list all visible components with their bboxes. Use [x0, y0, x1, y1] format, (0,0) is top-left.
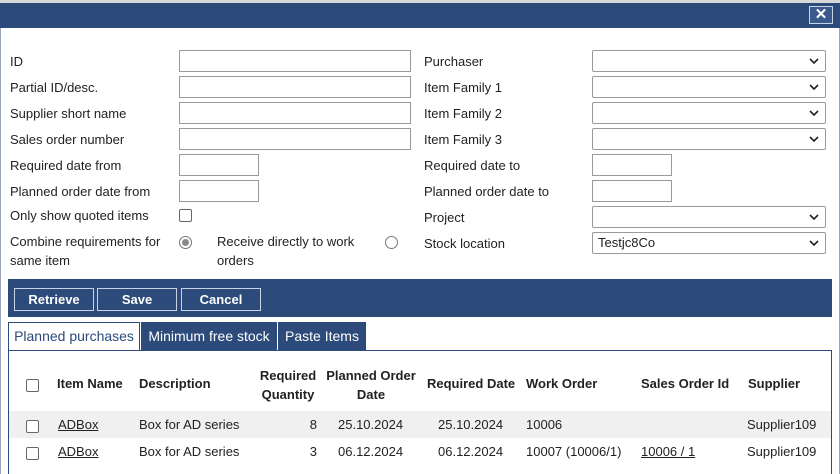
header-work-order: Work Order: [526, 376, 598, 391]
planned-order-date-from-label: Planned order date from: [10, 184, 151, 199]
purchaser-label: Purchaser: [424, 54, 484, 69]
supplier-short-name-label: Supplier short name: [10, 106, 127, 121]
close-button[interactable]: ✕: [809, 6, 833, 24]
supplier-cell: Supplier109: [747, 444, 817, 459]
purchaser-select[interactable]: [592, 50, 826, 72]
required-date-cell: 06.12.2024: [438, 444, 504, 459]
planned-order-date-to-input[interactable]: [592, 180, 672, 202]
chevron-down-icon: [809, 214, 819, 221]
item-family-3-label: Item Family 3: [424, 132, 503, 147]
sales-order-number-label: Sales order number: [10, 132, 125, 147]
header-required-date: Required Date: [427, 376, 516, 391]
required-date-cell: 25.10.2024: [438, 417, 504, 432]
save-button[interactable]: Save: [97, 288, 177, 311]
description-cell: Box for AD series: [139, 417, 240, 432]
header-description: Description: [139, 376, 211, 391]
project-select[interactable]: [592, 206, 826, 228]
only-show-quoted-label: Only show quoted items: [10, 208, 149, 223]
planned-order-date-cell: 06.12.2024: [338, 444, 404, 459]
description-cell: Box for AD series: [139, 444, 240, 459]
item-family-3-select[interactable]: [592, 128, 826, 150]
stock-location-select[interactable]: Testjc8Co: [592, 232, 826, 254]
item-family-2-select[interactable]: [592, 102, 826, 124]
action-toolbar: Retrieve Save Cancel: [8, 279, 832, 317]
id-input[interactable]: [179, 50, 411, 72]
tab-paste-items[interactable]: Paste Items: [278, 322, 366, 351]
planned-order-date-from-input[interactable]: [179, 180, 259, 202]
receive-directly-label-line2: orders: [217, 253, 254, 268]
planned-order-date-to-label: Planned order date to: [424, 184, 550, 199]
item-family-1-select[interactable]: [592, 76, 826, 98]
item-family-2-label: Item Family 2: [424, 106, 503, 121]
table-row[interactable]: ADBox Box for AD series 3 06.12.2024 06.…: [9, 438, 831, 465]
item-family-1-label: Item Family 1: [424, 80, 503, 95]
table-row[interactable]: ADBox Box for AD series 8 25.10.2024 25.…: [9, 411, 831, 438]
select-all-checkbox[interactable]: [26, 379, 39, 392]
receive-directly-radio[interactable]: [385, 236, 398, 249]
row-checkbox[interactable]: [26, 420, 39, 433]
planned-order-date-cell: 25.10.2024: [338, 417, 404, 432]
combine-requirements-radio[interactable]: [179, 236, 192, 249]
item-name-link[interactable]: ADBox: [58, 417, 98, 432]
header-planned-order-date: Planned Order Date: [326, 368, 416, 402]
combine-requirements-label-line1: Combine requirements for: [10, 234, 161, 249]
supplier-cell: Supplier109: [747, 417, 817, 432]
header-supplier: Supplier: [748, 376, 801, 391]
retrieve-button[interactable]: Retrieve: [14, 288, 94, 311]
supplier-short-name-input[interactable]: [179, 102, 411, 124]
required-date-from-label: Required date from: [10, 158, 122, 173]
work-order-cell: 10006: [526, 417, 563, 432]
planned-purchases-grid: Item Name Description Required Quantity …: [8, 350, 832, 474]
combine-requirements-label-line2: same item: [10, 253, 70, 268]
partial-id-label: Partial ID/desc.: [10, 80, 99, 95]
tab-planned-purchases[interactable]: Planned purchases: [8, 322, 140, 351]
header-required-quantity: Required Quantity: [259, 368, 317, 402]
tab-minimum-free-stock[interactable]: Minimum free stock: [141, 322, 277, 351]
chevron-down-icon: [809, 110, 819, 117]
receive-directly-label-line1: Receive directly to work: [217, 234, 355, 249]
chevron-down-icon: [809, 58, 819, 65]
required-date-to-label: Required date to: [424, 158, 521, 173]
cancel-button[interactable]: Cancel: [181, 288, 261, 311]
sales-order-id-link[interactable]: 10006 / 1: [641, 444, 695, 459]
partial-id-input[interactable]: [179, 76, 411, 98]
chevron-down-icon: [809, 136, 819, 143]
project-label: Project: [424, 210, 465, 225]
quantity-cell: 3: [309, 444, 317, 459]
stock-location-value: Testjc8Co: [598, 235, 656, 250]
required-date-from-input[interactable]: [179, 154, 259, 176]
only-show-quoted-checkbox[interactable]: [179, 209, 192, 222]
row-checkbox[interactable]: [26, 447, 39, 460]
header-item-name: Item Name: [57, 376, 123, 391]
chevron-down-icon: [809, 84, 819, 91]
required-date-to-input[interactable]: [592, 154, 672, 176]
sales-order-number-input[interactable]: [179, 128, 411, 150]
item-name-link[interactable]: ADBox: [58, 444, 98, 459]
chevron-down-icon: [809, 240, 819, 247]
quantity-cell: 8: [309, 417, 317, 432]
work-order-cell: 10007 (10006/1): [526, 444, 622, 459]
header-sales-order-id: Sales Order Id: [641, 376, 730, 391]
dialog-titlebar: ✕: [0, 3, 840, 28]
id-label: ID: [10, 54, 23, 69]
close-icon: ✕: [814, 6, 828, 23]
stock-location-label: Stock location: [424, 236, 505, 251]
